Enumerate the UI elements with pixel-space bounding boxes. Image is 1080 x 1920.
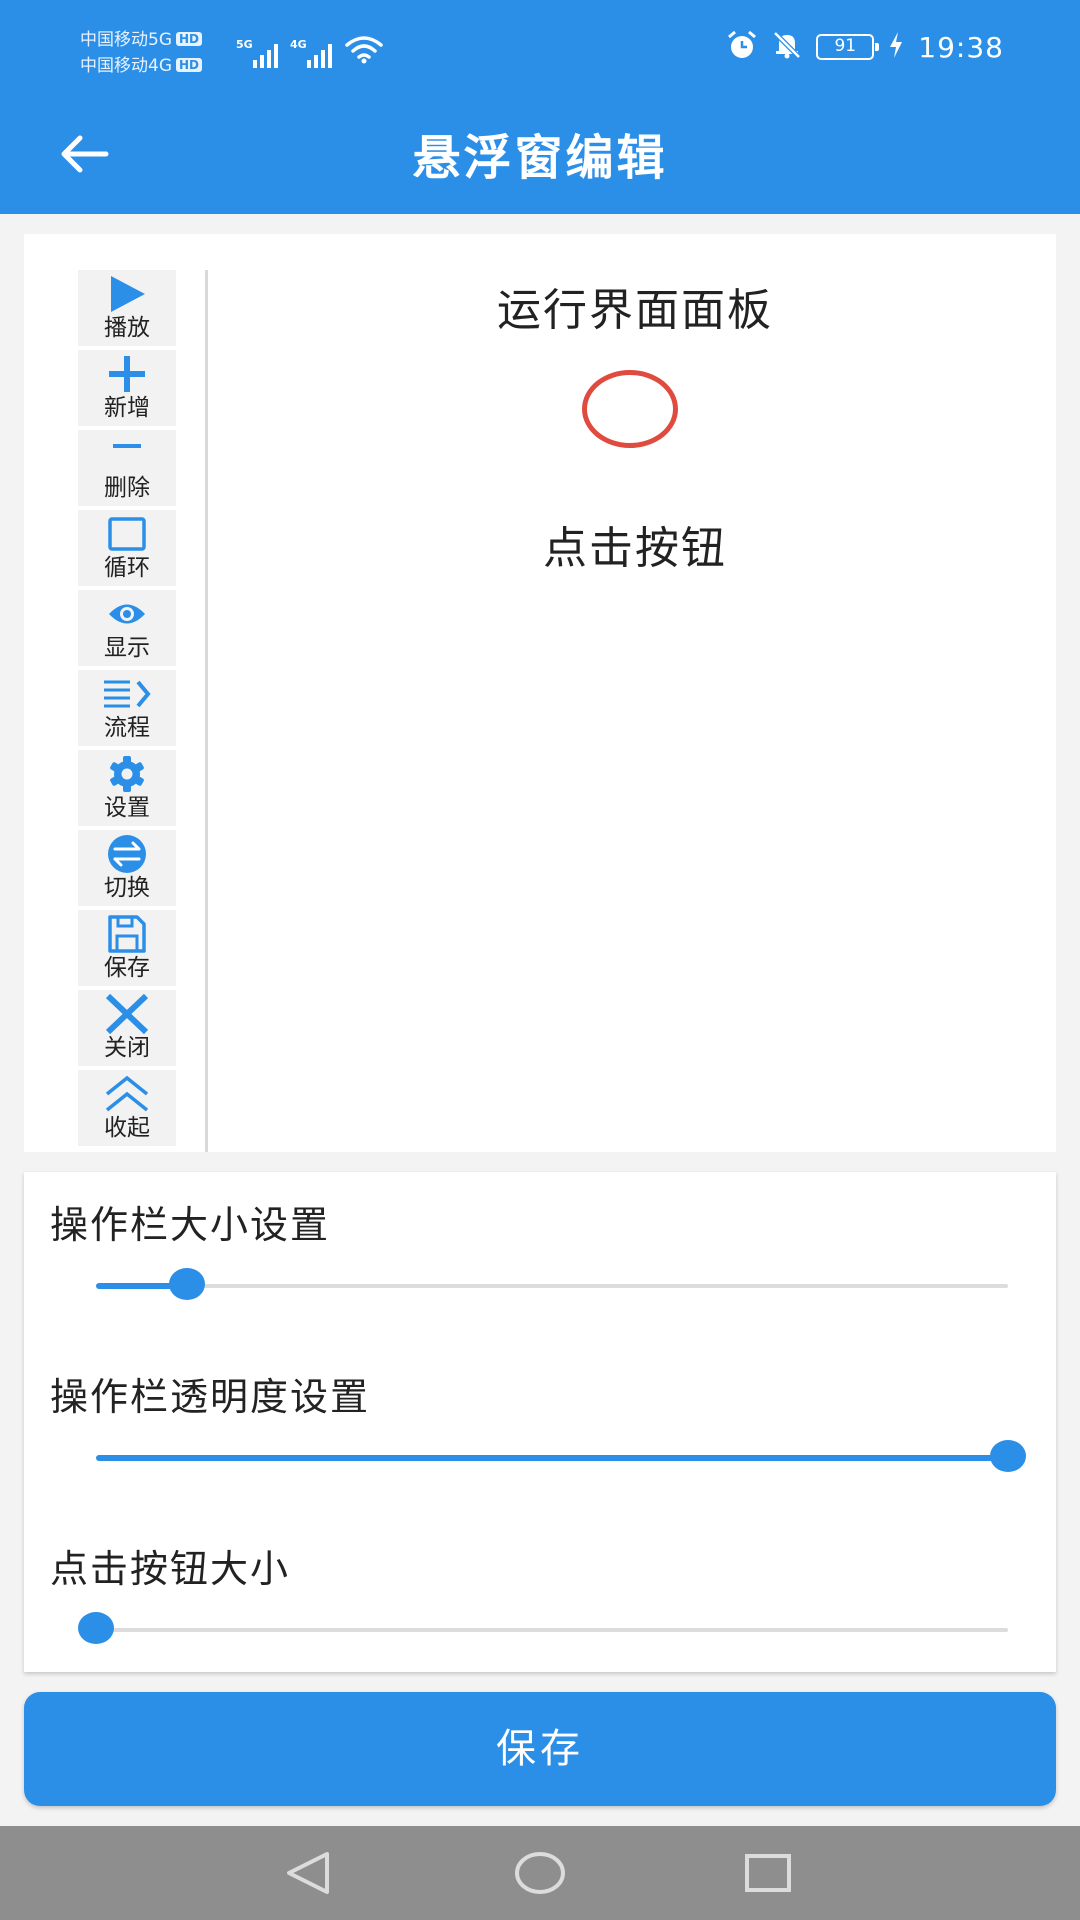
system-nav-bar	[0, 1826, 1080, 1920]
top-bar: 中国移动5G HD 中国移动4G HD 5G 4G 91 19:38 悬浮窗编辑	[0, 0, 1080, 214]
save-icon	[108, 915, 146, 953]
slider-track	[96, 1628, 1008, 1632]
square-recents-icon	[745, 1854, 791, 1892]
preview-panel: 播放 新增 删除 循环 显示 流程 设置 切换 保存 关闭 收起 运行界面面板 …	[24, 234, 1056, 1152]
click-button-label: 点击按钮	[543, 523, 727, 574]
plus-icon	[109, 356, 145, 392]
nav-recents-button[interactable]	[738, 1846, 798, 1900]
tool-save[interactable]: 保存	[78, 910, 176, 986]
tool-label: 关闭	[104, 1035, 150, 1061]
tool-label: 流程	[104, 715, 150, 741]
switch-icon	[108, 835, 146, 873]
tool-loop[interactable]: 循环	[78, 510, 176, 586]
slider-thumb[interactable]	[169, 1268, 206, 1300]
slider-track	[96, 1284, 1008, 1288]
tool-show[interactable]: 显示	[78, 590, 176, 666]
tool-delete[interactable]: 删除	[78, 430, 176, 506]
close-icon	[105, 994, 149, 1034]
toolbar-opacity-label: 操作栏透明度设置	[50, 1375, 371, 1419]
hd-badge: HD	[176, 32, 203, 46]
carrier-info: 中国移动5G HD 中国移动4G HD	[80, 27, 203, 79]
signal-indicators: 5G 4G	[236, 34, 384, 68]
network-type-2: 4G	[290, 38, 307, 51]
battery-icon: 91	[816, 34, 880, 60]
tool-flow[interactable]: 流程	[78, 670, 176, 746]
settings-card: 操作栏大小设置 操作栏透明度设置 点击按钮大小	[24, 1172, 1056, 1672]
gear-icon	[110, 756, 144, 792]
toolbar-size-label: 操作栏大小设置	[50, 1203, 331, 1247]
save-button[interactable]: 保存	[24, 1692, 1056, 1806]
toolbar-opacity-slider[interactable]	[96, 1440, 1026, 1476]
signal-icon: 5G	[236, 38, 278, 68]
tool-collapse[interactable]: 收起	[78, 1070, 176, 1146]
status-bar: 中国移动5G HD 中国移动4G HD 5G 4G 91 19:38	[0, 0, 1080, 100]
tool-label: 循环	[104, 555, 150, 581]
page-title: 悬浮窗编辑	[412, 130, 668, 186]
click-button-size-slider[interactable]	[78, 1612, 1008, 1648]
nav-home-button[interactable]	[510, 1846, 570, 1900]
tool-settings[interactable]: 设置	[78, 750, 176, 826]
click-button-size-label: 点击按钮大小	[50, 1547, 291, 1591]
toolbar-size-slider[interactable]	[96, 1268, 1008, 1304]
floating-toolbar: 播放 新增 删除 循环 显示 流程 设置 切换 保存 关闭 收起	[78, 270, 208, 1152]
eye-icon	[109, 604, 145, 624]
collapse-up-icon	[105, 1075, 149, 1112]
tool-close[interactable]: 关闭	[78, 990, 176, 1066]
mute-bell-icon	[772, 30, 802, 64]
tool-label: 保存	[104, 955, 150, 981]
tool-switch[interactable]: 切换	[78, 830, 176, 906]
tool-add[interactable]: 新增	[78, 350, 176, 426]
panel-title: 运行界面面板	[497, 285, 773, 336]
tool-label: 播放	[104, 315, 150, 341]
tool-play[interactable]: 播放	[78, 270, 176, 346]
tool-label: 新增	[104, 395, 150, 421]
network-type-1: 5G	[236, 38, 253, 51]
minus-icon	[113, 444, 141, 448]
alarm-icon	[726, 30, 758, 64]
wifi-icon	[344, 34, 384, 68]
charging-icon	[888, 31, 904, 63]
circle-home-icon	[515, 1852, 565, 1894]
slider-fill	[96, 1455, 1008, 1461]
list-flow-icon	[104, 680, 151, 708]
tool-label: 收起	[104, 1115, 150, 1141]
status-right: 91 19:38	[726, 30, 1004, 64]
slider-thumb[interactable]	[78, 1612, 114, 1644]
slider-thumb[interactable]	[990, 1440, 1026, 1472]
hd-badge: HD	[176, 58, 203, 72]
signal-icon: 4G	[290, 38, 332, 68]
tool-label: 显示	[104, 635, 150, 661]
nav-back-button[interactable]	[278, 1846, 338, 1900]
carrier-2: 中国移动4G	[80, 56, 172, 76]
square-icon	[108, 517, 146, 551]
app-bar: 悬浮窗编辑	[0, 100, 1080, 214]
carrier-1: 中国移动5G	[80, 30, 172, 50]
clock: 19:38	[918, 30, 1004, 64]
tool-label: 切换	[104, 875, 150, 901]
play-icon	[111, 276, 145, 312]
click-target-circle[interactable]	[582, 370, 678, 448]
tool-label: 删除	[104, 475, 150, 501]
triangle-back-icon	[287, 1852, 329, 1894]
tool-label: 设置	[104, 795, 150, 821]
